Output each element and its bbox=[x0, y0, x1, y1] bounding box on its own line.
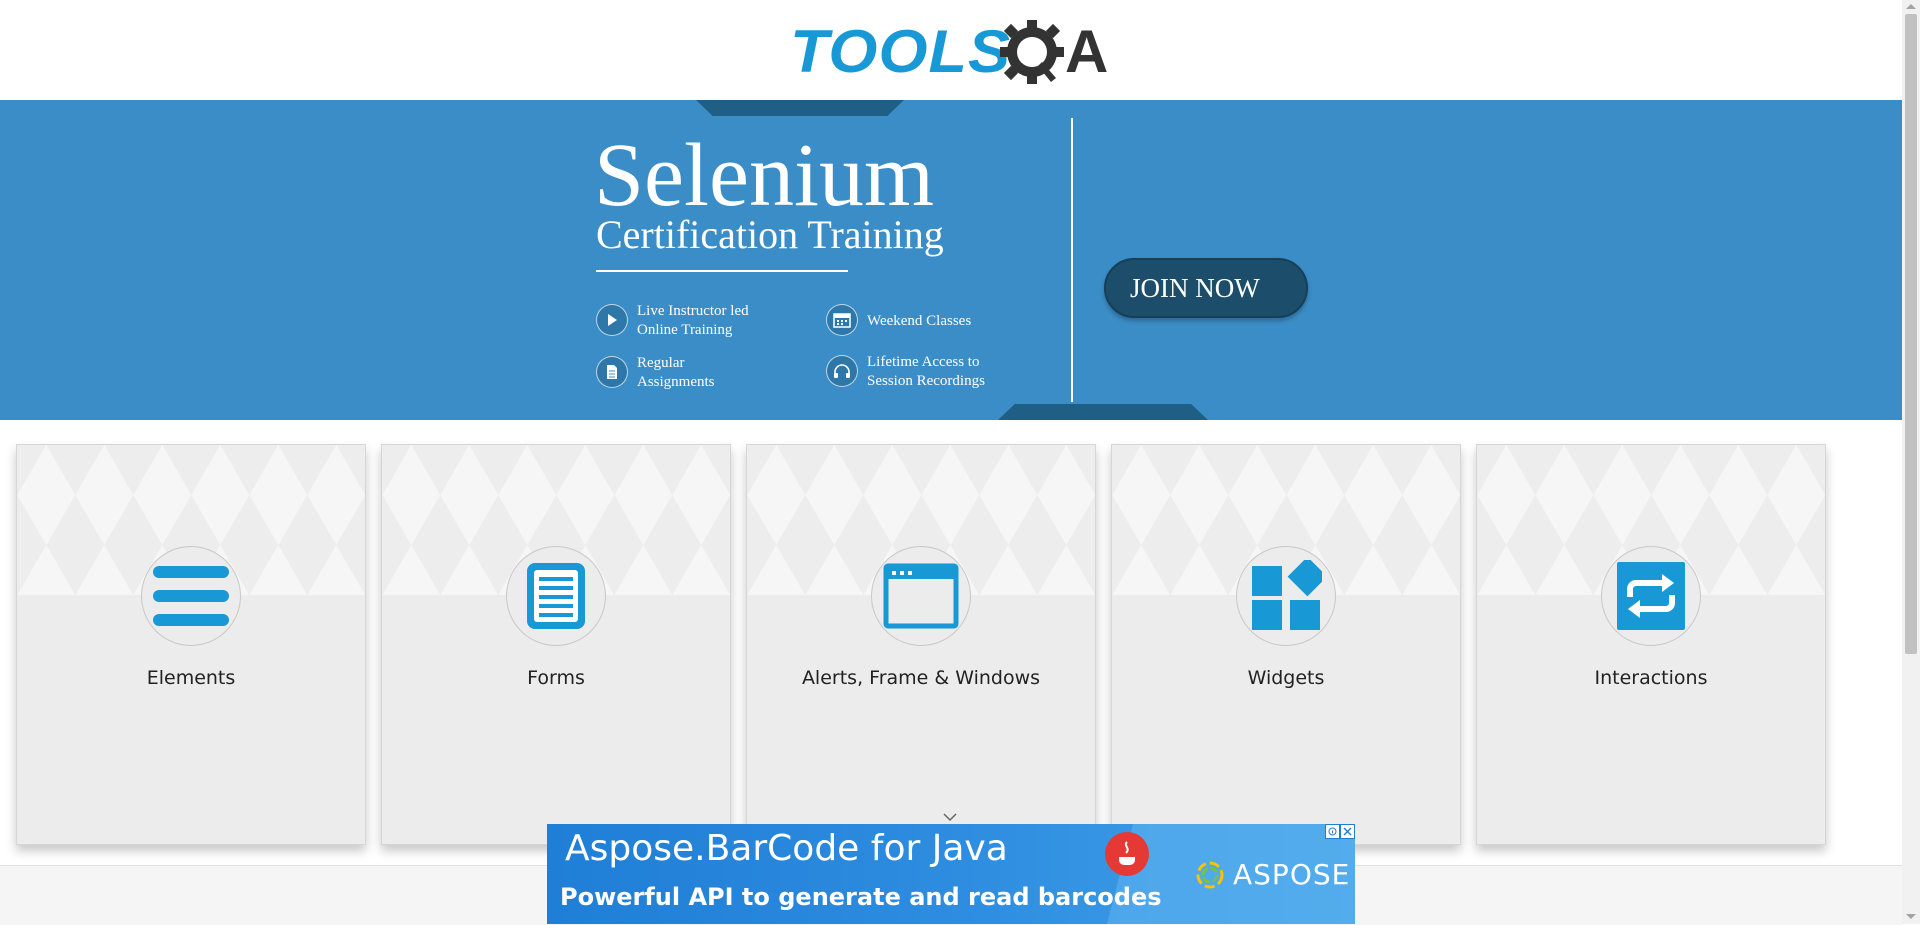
card-alerts-frame-windows[interactable]: Alerts, Frame & Windows bbox=[746, 444, 1096, 845]
card-forms[interactable]: Forms bbox=[381, 444, 731, 845]
banner-title: Selenium bbox=[594, 126, 934, 225]
feature-line: Assignments bbox=[637, 374, 715, 390]
card-icon-circle bbox=[141, 546, 241, 646]
scroll-up-icon[interactable] bbox=[1906, 4, 1916, 9]
gear-magnifier-icon bbox=[1000, 20, 1064, 84]
card-label: Alerts, Frame & Windows bbox=[801, 667, 1041, 689]
card-icon-circle bbox=[506, 546, 606, 646]
ad-subtitle: Powerful API to generate and read barcod… bbox=[560, 883, 1162, 911]
card-icon-circle bbox=[871, 546, 971, 646]
scrollbar-thumb[interactable] bbox=[1905, 14, 1917, 654]
feature-line: Lifetime Access to bbox=[867, 354, 980, 370]
banner-subtitle: Certification Training bbox=[596, 212, 944, 257]
widgets-grid-icon bbox=[1252, 560, 1322, 630]
feature-line: Weekend Classes bbox=[867, 313, 972, 329]
card-label: Interactions bbox=[1594, 667, 1708, 689]
calendar-icon bbox=[826, 304, 858, 336]
certification-banner[interactable]: Selenium Certification Training Live Ins… bbox=[0, 100, 1902, 420]
card-widgets[interactable]: Widgets bbox=[1111, 444, 1461, 845]
banner-divider bbox=[1071, 118, 1073, 402]
logo-word: TOOLS bbox=[790, 18, 1012, 85]
banner-stripe bbox=[696, 100, 904, 116]
browser-window-icon bbox=[883, 563, 959, 629]
ad-title: Aspose.BarCode for Java bbox=[565, 828, 1008, 869]
banner-underline bbox=[596, 270, 848, 272]
toolsqa-logo[interactable]: TOOLS A bbox=[790, 14, 1120, 90]
chevron-down-icon[interactable] bbox=[943, 812, 957, 822]
card-elements[interactable]: Elements bbox=[16, 444, 366, 845]
ad-brand-name: ASPOSE bbox=[1233, 858, 1351, 891]
scroll-down-icon[interactable] bbox=[1906, 914, 1916, 919]
join-now-button[interactable]: JOIN NOW bbox=[1104, 258, 1308, 318]
card-icon-circle bbox=[1601, 546, 1701, 646]
feature-line: Regular bbox=[637, 355, 685, 371]
card-icon-circle bbox=[1236, 546, 1336, 646]
banner-stripe bbox=[998, 404, 1208, 420]
form-document-icon bbox=[527, 563, 585, 629]
card-label: Forms bbox=[527, 667, 585, 689]
page-scrollbar[interactable] bbox=[1902, 0, 1920, 924]
headphones-icon bbox=[826, 355, 858, 387]
close-icon[interactable] bbox=[1340, 824, 1355, 839]
site-header: TOOLS A bbox=[0, 0, 1902, 100]
feature-line: Online Training bbox=[637, 322, 733, 338]
feature-line: Session Recordings bbox=[867, 373, 985, 389]
card-label: Elements bbox=[146, 667, 236, 689]
adchoices-icon[interactable] bbox=[1325, 824, 1340, 839]
logo-letter: A bbox=[1065, 18, 1109, 85]
play-icon bbox=[596, 304, 628, 336]
swap-arrows-icon bbox=[1617, 562, 1685, 630]
aspose-logo[interactable]: ASPOSE bbox=[1195, 858, 1350, 891]
advertisement-banner[interactable]: Aspose.BarCode for Java Powerful API to … bbox=[547, 824, 1355, 924]
java-icon bbox=[1105, 832, 1149, 876]
aspose-logo-icon bbox=[1196, 861, 1224, 888]
ad-controls bbox=[1325, 824, 1355, 839]
hamburger-menu-icon bbox=[153, 566, 229, 626]
card-interactions[interactable]: Interactions bbox=[1476, 444, 1826, 845]
card-label: Widgets bbox=[1247, 667, 1325, 689]
document-icon bbox=[596, 356, 628, 388]
feature-line: Live Instructor led bbox=[637, 303, 749, 319]
